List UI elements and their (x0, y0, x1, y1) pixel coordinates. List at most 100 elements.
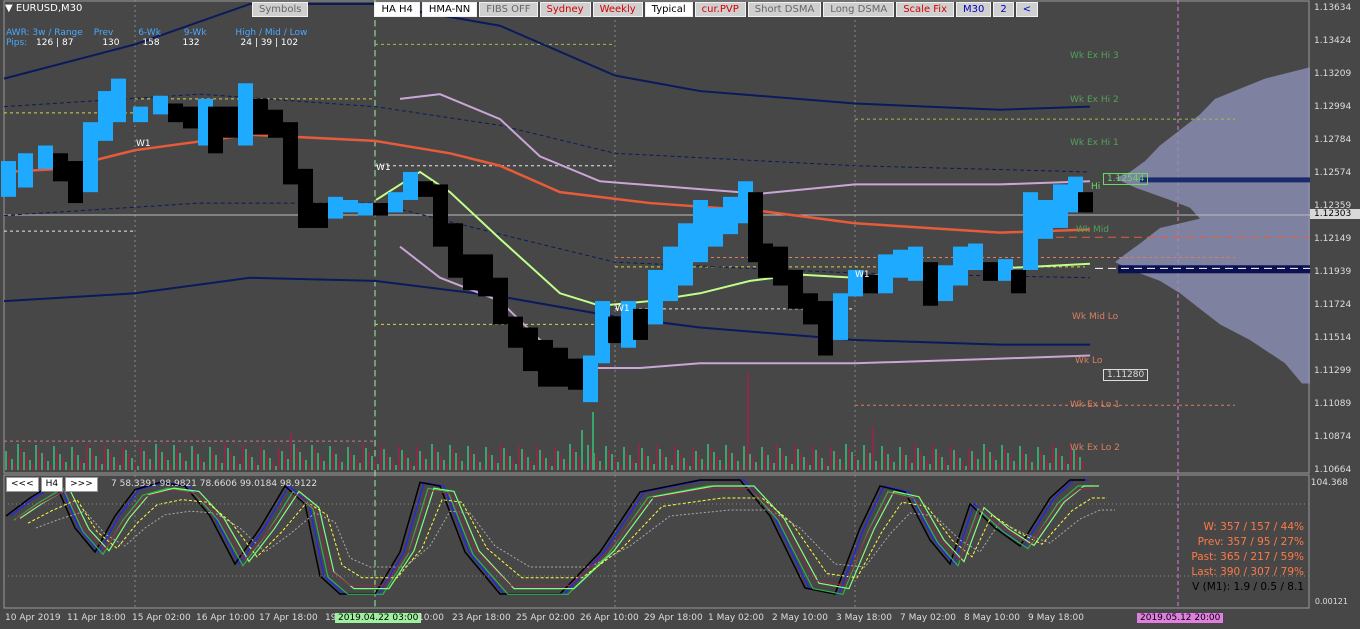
sub-indicator-values: 7 58.3391 98.9821 78.6606 99.0184 98.912… (111, 479, 318, 489)
stat-prev: Prev: 357 / 95 / 27% (1197, 536, 1304, 548)
time-tick: 1 May 02:00 (708, 613, 764, 623)
price-tick: 1.11514 (1314, 333, 1352, 343)
sub-axis-bottom: 0.00121 (1314, 597, 1348, 606)
awr-head-1: Prev (93, 28, 114, 38)
price-chart-canvas[interactable] (0, 0, 1360, 629)
ha-candle (998, 259, 1013, 281)
price-tick: 1.12994 (1314, 102, 1352, 112)
time-tick: 10 Apr 2019 (5, 613, 61, 623)
week-level-label: Hi (1091, 182, 1101, 192)
ha-candle (833, 293, 848, 340)
week-level-label: Wk Lo (1075, 356, 1103, 366)
ha-candle (168, 103, 183, 123)
time-tick: 9 May 18:00 (1028, 613, 1084, 623)
collapse-toolbar-button[interactable]: < (1015, 2, 1039, 17)
price-tick: 1.13634 (1314, 3, 1352, 13)
awr-panel: AWR: 3w / Range Prev 6-Wk 9-Wk High / Mi… (6, 28, 307, 48)
toolbar-button-2[interactable]: 2 (993, 2, 1014, 17)
ha-candle (238, 83, 253, 146)
price-tick: 1.13424 (1314, 36, 1352, 46)
toolbar-button-sydney[interactable]: Sydney (539, 2, 591, 17)
ha-candle (388, 192, 403, 213)
time-tick: 17 Apr 18:00 (259, 613, 318, 623)
week-level-label: Wk Ex Lo 1 (1070, 400, 1120, 410)
toolbar-button-symbols[interactable]: Symbols (252, 2, 309, 17)
indicator-toolbar: Symbols HA H4 HMA-NN FIBS OFF Sydney Weekly Ty… (252, 2, 1040, 17)
stat-week: W: 357 / 157 / 44% (1203, 521, 1305, 533)
ha-candle (803, 293, 818, 325)
toolbar-button-cur-pvp[interactable]: cur.PVP (694, 2, 746, 17)
awr-head-4: High / Mid / Low (235, 28, 308, 38)
toolbar-button-weekly[interactable]: Weekly (592, 2, 643, 17)
ha-candle (68, 161, 83, 204)
price-tick: 1.13209 (1314, 69, 1352, 79)
sub-prev-button[interactable]: <<< (6, 477, 39, 492)
ha-candle (608, 316, 623, 344)
price-tick: 1.11724 (1314, 300, 1352, 310)
awr-val-3: 132 (182, 38, 200, 48)
ha-candle (433, 184, 448, 247)
ha-candle (818, 301, 833, 356)
ha-candle (1078, 192, 1093, 213)
ha-candle (478, 254, 493, 297)
sub-pane-frame (3, 474, 1310, 609)
ha-candle (953, 246, 968, 286)
ha-candle (83, 122, 98, 193)
ha-candle (923, 262, 938, 306)
toolbar-button-typical[interactable]: Typical (644, 2, 693, 17)
ha-candle (98, 91, 113, 141)
toolbar-button-fibs-off[interactable]: FIBS OFF (479, 2, 538, 17)
ha-candle (298, 168, 313, 228)
oscillator-line (19, 485, 1099, 590)
ha-candle (1053, 184, 1068, 228)
dropdown-arrow-icon[interactable]: ▼ (5, 3, 13, 14)
toolbar-button-m30[interactable]: M30 (956, 2, 992, 17)
toolbar-button-scale-fix[interactable]: Scale Fix (896, 2, 955, 17)
time-tick: 25 Apr 02:00 (516, 613, 575, 623)
ha-candle (708, 207, 723, 247)
ha-candle (38, 145, 53, 169)
ha-candle (908, 246, 923, 281)
price-tick: 1.10664 (1314, 465, 1352, 475)
ha-candle (208, 106, 223, 154)
sub-next-button[interactable]: >>> (65, 477, 98, 492)
toolbar-button-long-dsma[interactable]: Long DSMA (823, 2, 895, 17)
ha-candle (773, 246, 788, 286)
ha-candle (418, 181, 433, 197)
ha-candle (183, 106, 198, 129)
toolbar-button-hma-nn[interactable]: HMA-NN (421, 2, 478, 17)
toolbar-button-short-dsma[interactable]: Short DSMA (747, 2, 822, 17)
ha-candle (553, 347, 568, 387)
time-tick: 23 Apr 18:00 (452, 613, 511, 623)
week-high-box: 1.12544 (1103, 173, 1149, 185)
w1-label: W1 (855, 270, 870, 280)
stat-past: Past: 365 / 217 / 59% (1191, 551, 1304, 563)
symbol-title: ▼ EURUSD,M30 (5, 3, 82, 14)
oscillator-line (5, 479, 1085, 595)
week-level-label: Wk Ex Hi 1 (1070, 138, 1119, 148)
awr-head-2: 6-Wk (138, 28, 161, 38)
awr-head-0: AWR: 3w / Range (6, 28, 83, 38)
oscillator-line (9, 479, 1089, 595)
w1-label: W1 (615, 304, 630, 314)
ha-candle (633, 308, 648, 340)
time-tick: 11 Apr 18:00 (67, 613, 126, 623)
ha-candle (283, 122, 298, 185)
toolbar-button-ha-h4[interactable]: HA H4 (374, 2, 420, 17)
ha-candle (788, 269, 803, 309)
ha-candle (1011, 269, 1026, 294)
week-level-label: Wk Mid Lo (1072, 312, 1119, 322)
chart-window[interactable]: ▼ EURUSD,M30 Symbols HA H4 HMA-NN FIBS OFF S… (0, 0, 1360, 629)
awr-row-label: Pips: (6, 38, 28, 48)
ha-candle (343, 199, 358, 213)
ha-candle (358, 203, 373, 216)
week-level-label: Wk Ex Hi 2 (1070, 95, 1119, 105)
sub-timeframe-button[interactable]: H4 (40, 477, 64, 492)
ha-candle (313, 203, 328, 228)
current-price-label: 1.12303 (1310, 209, 1360, 219)
price-tick: 1.11939 (1314, 267, 1352, 277)
ha-candle (508, 316, 523, 348)
symbol-label: EURUSD,M30 (15, 3, 83, 14)
w1-label: W1 (136, 139, 151, 149)
ha-candle (678, 223, 693, 286)
